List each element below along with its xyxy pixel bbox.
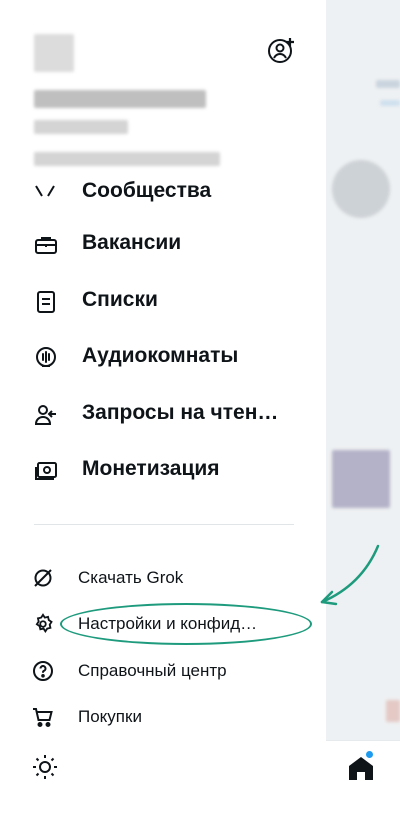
profile-handle <box>34 120 128 134</box>
cart-icon <box>33 708 53 727</box>
blurred-feed-line <box>376 80 400 88</box>
drawer-item-label: Списки <box>82 288 158 311</box>
profile-follow-stats <box>34 152 220 166</box>
drawer-item-label: Справочный центр <box>78 661 227 680</box>
add-account-icon[interactable] <box>266 36 296 66</box>
drawer-item-monetization[interactable]: Монетизация <box>34 451 304 491</box>
drawer-divider <box>34 524 294 525</box>
drawer-item-help-center[interactable]: Справочный центр <box>30 654 300 688</box>
drawer-item-purchases[interactable]: Покупки <box>30 700 300 734</box>
notification-dot <box>366 751 373 758</box>
drawer-item-jobs[interactable]: Вакансии <box>34 225 304 265</box>
profile-display-name <box>34 90 206 108</box>
gear-icon <box>35 613 53 633</box>
drawer-item-communities[interactable]: Сообщества <box>34 176 294 206</box>
blurred-feed-line <box>380 100 400 106</box>
drawer-item-lists[interactable]: Списки <box>34 282 304 322</box>
home-icon[interactable] <box>346 753 376 783</box>
drawer-item-label: Скачать Grok <box>78 568 184 587</box>
drawer-item-label: Вакансии <box>82 231 182 254</box>
drawer-item-label: Аудиокомнаты <box>82 344 239 367</box>
follow-requests-icon <box>34 405 56 425</box>
navigation-drawer: Сообщества Вакансии Списки Аудиокомнаты … <box>0 0 326 825</box>
drawer-item-download-grok[interactable]: Скачать Grok <box>30 561 300 595</box>
drawer-item-label: Покупки <box>78 707 142 726</box>
help-icon <box>33 661 53 681</box>
drawer-item-label: Монетизация <box>82 457 220 480</box>
list-icon <box>37 291 55 313</box>
grok-icon <box>34 569 52 587</box>
blurred-feed-line <box>386 700 400 722</box>
briefcase-icon <box>35 237 57 254</box>
drawer-item-spaces[interactable]: Аудиокомнаты <box>34 338 304 378</box>
microphone-icon <box>36 347 56 367</box>
bottom-navigation <box>326 740 400 825</box>
blurred-avatar <box>332 160 390 218</box>
sun-icon[interactable] <box>32 754 58 780</box>
background-feed <box>326 0 400 825</box>
annotation-arrow <box>320 544 380 606</box>
drawer-item-label: Запросы на чтен… <box>82 401 279 424</box>
blurred-avatar <box>332 450 390 508</box>
drawer-item-label: Сообщества <box>82 179 212 202</box>
annotation-highlight-ellipse <box>60 603 312 645</box>
communities-icon <box>35 185 55 197</box>
profile-avatar <box>34 34 74 72</box>
monetization-icon <box>35 462 57 480</box>
drawer-item-follow-requests[interactable]: Запросы на чтен… <box>34 395 304 435</box>
